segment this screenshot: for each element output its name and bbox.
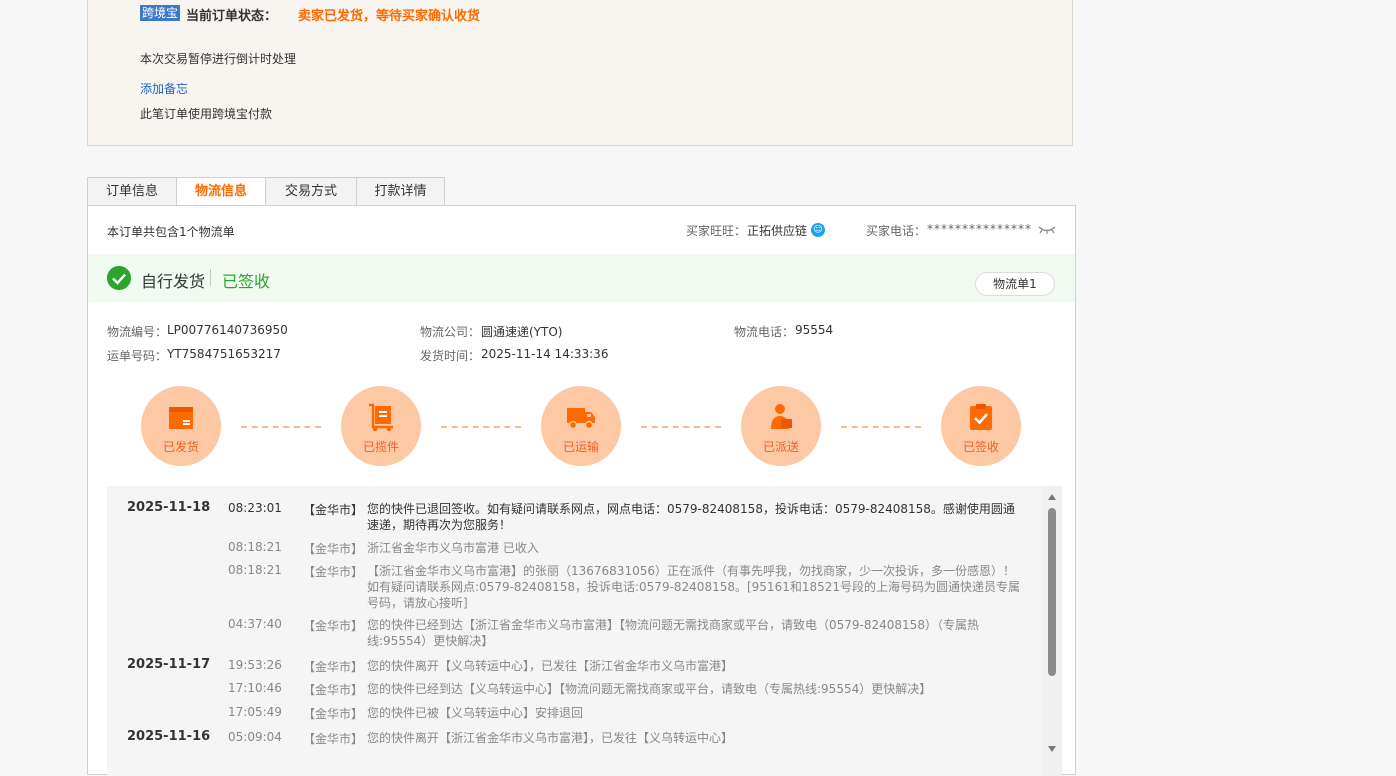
box-icon	[169, 407, 193, 429]
event-time: 17:10:46	[228, 681, 282, 695]
event-time: 05:09:04	[228, 730, 282, 744]
check-circle-icon	[107, 266, 131, 290]
step-connector	[641, 426, 721, 428]
event-city: 【金华市】	[303, 565, 364, 579]
courier-icon	[771, 404, 792, 429]
step-connector	[841, 426, 921, 428]
scroll-thumb[interactable]	[1048, 508, 1056, 676]
step-connector	[441, 426, 521, 428]
tab-payment-details[interactable]: 打款详情	[356, 177, 445, 206]
step-shipped: 已发货	[141, 386, 221, 466]
step-label: 已运输	[562, 440, 599, 454]
event-text: 您的快件已经到达【浙江省金华市义乌市富港】【物流问题无需找商家或平台，请致电（0…	[367, 618, 979, 648]
log-scrollbar[interactable]	[1042, 486, 1062, 776]
event-city: 【金华市】	[303, 619, 364, 633]
order-status-value: 卖家已发货，等待买家确认收货	[298, 9, 481, 24]
event-city: 【金华市】	[303, 542, 364, 556]
payment-method-note: 此笔订单使用跨境宝付款	[140, 107, 273, 121]
ship-method: 自行发货	[141, 272, 206, 291]
logistics-phone-label: 物流电话：	[734, 325, 795, 339]
logistics-phone-value: 95554	[795, 323, 834, 337]
order-status-label: 当前订单状态：	[186, 9, 278, 24]
tab-trade-method[interactable]: 交易方式	[265, 177, 357, 206]
event-text: 您的快件已退回签收。如有疑问请联系网点，网点电话：0579-82408158，投…	[367, 502, 1015, 532]
scroll-up-arrow-icon[interactable]	[1048, 494, 1056, 500]
tracking-log[interactable]: 2025-11-18 08:23:01 【金华市】 您的快件已退回签收。如有疑问…	[107, 486, 1062, 776]
add-note-link[interactable]: 添加备忘	[140, 80, 188, 97]
eye-closed-icon[interactable]	[1038, 222, 1056, 236]
event-text: 您的快件离开【浙江省金华市义乌市富港】，已发往【义乌转运中心】	[367, 731, 734, 745]
ship-time-label: 发货时间：	[420, 349, 481, 363]
buyer-wangwang-label: 买家旺旺：	[686, 224, 747, 238]
buyer-phone-label: 买家电话：	[866, 224, 927, 238]
event-date: 2025-11-16	[127, 729, 211, 744]
logistics-no-value: LP00776140736950	[167, 323, 288, 337]
logistics-card: 本订单共包含1个物流单 买家旺旺： 正拓供应链 ☺ 买家电话： ********…	[87, 205, 1076, 776]
ship-time-value: 2025-11-14 14:33:36	[481, 347, 609, 361]
logistics-summary: 本订单共包含1个物流单	[107, 225, 235, 239]
step-connector	[241, 426, 321, 428]
company-value: 圆通速递(YTO)	[481, 325, 563, 339]
step-picked-up: 已揽件	[341, 386, 421, 466]
step-signed: 已签收	[941, 386, 1021, 466]
step-delivering: 已派送	[741, 386, 821, 466]
order-status-panel: 跨境宝 当前订单状态： 卖家已发货，等待买家确认收货 本次交易暂停进行倒计时处理…	[87, 0, 1073, 146]
tab-order-info[interactable]: 订单信息	[87, 177, 177, 206]
countdown-pause-notice: 本次交易暂停进行倒计时处理	[140, 52, 297, 66]
step-in-transit: 已运输	[541, 386, 621, 466]
event-text: 您的快件已经到达【义乌转运中心】【物流问题无需找商家或平台，请致电（专属热线:9…	[367, 682, 932, 696]
event-time: 08:18:21	[228, 563, 282, 577]
event-text: 您的快件已被【义乌转运中心】安排退回	[367, 706, 584, 720]
waybill-no-label: 运单号码：	[107, 349, 168, 363]
event-time: 04:37:40	[228, 617, 282, 631]
company-label: 物流公司：	[420, 325, 481, 339]
divider	[210, 269, 211, 286]
event-text: 【浙江省金华市义乌市富港】的张丽（13676831056）正在派件（有事先呼我，…	[367, 564, 1021, 610]
event-city: 【金华市】	[303, 660, 364, 674]
event-time: 17:05:49	[228, 705, 282, 719]
step-label: 已揽件	[362, 440, 399, 454]
step-label: 已发货	[162, 440, 199, 454]
event-time: 08:18:21	[228, 540, 282, 554]
buyer-phone-value: ***************	[927, 222, 1032, 236]
event-date: 2025-11-18	[127, 500, 211, 515]
event-time: 08:23:01	[228, 501, 282, 515]
clipboard-check-icon	[970, 404, 992, 430]
waybill-no-value: YT7584751653217	[167, 347, 281, 361]
logistics-no-label: 物流编号：	[107, 325, 168, 339]
event-city: 【金华市】	[303, 732, 364, 746]
ship-state: 已签收	[222, 272, 271, 291]
event-city: 【金华市】	[303, 707, 364, 721]
event-city: 【金华市】	[303, 503, 364, 517]
truck-icon	[567, 408, 595, 430]
step-label: 已签收	[962, 440, 999, 454]
waybill-1-button[interactable]: 物流单1	[975, 272, 1055, 296]
event-date: 2025-11-17	[127, 657, 211, 672]
buyer-wangwang-name[interactable]: 正拓供应链	[747, 222, 807, 239]
kuajingbao-badge: 跨境宝	[140, 5, 181, 21]
scroll-down-arrow-icon[interactable]	[1048, 746, 1056, 752]
event-text: 浙江省金华市义乌市富港 已收入	[367, 541, 539, 555]
event-time: 19:53:26	[228, 658, 282, 672]
step-label: 已派送	[762, 440, 799, 454]
tab-logistics-info[interactable]: 物流信息	[176, 177, 266, 207]
event-city: 【金华市】	[303, 683, 364, 697]
cart-icon	[369, 403, 393, 432]
event-text: 您的快件离开【义乌转运中心】，已发往【浙江省金华市义乌市富港】	[367, 659, 734, 673]
shipment-status-bar: 自行发货 已签收 物流单1	[88, 254, 1075, 302]
wangwang-chat-icon[interactable]: ☺	[811, 223, 825, 237]
